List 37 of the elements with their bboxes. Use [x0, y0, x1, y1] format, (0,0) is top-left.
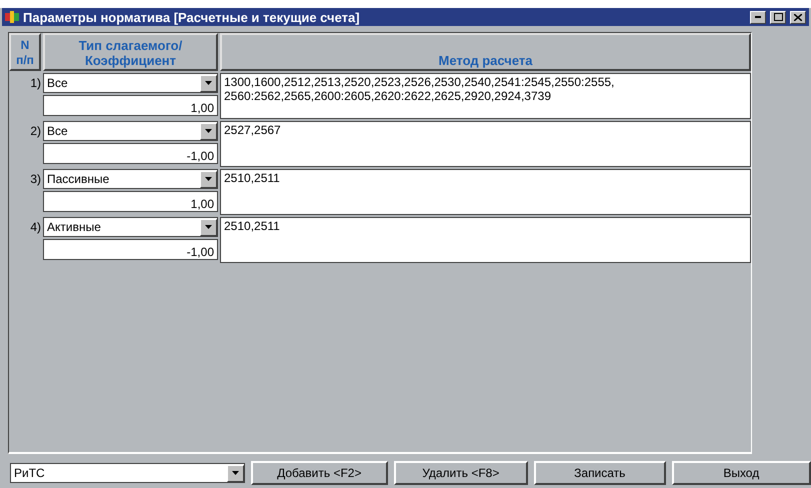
row-number: 3): [29, 171, 41, 188]
method-field[interactable]: 2510,2511: [220, 169, 751, 215]
close-icon: [794, 14, 802, 20]
row-number: 1): [29, 75, 41, 92]
coefficient-field[interactable]: -1,00: [43, 143, 218, 164]
dropdown-arrow-icon: [232, 471, 240, 475]
column-header: N п/п: [9, 33, 41, 71]
row-number: 4): [29, 219, 41, 236]
minimize-button[interactable]: [750, 10, 766, 24]
type-dropdown[interactable]: Активные: [43, 217, 218, 237]
app-icon: [5, 11, 19, 23]
method-field[interactable]: 2527,2567: [220, 121, 751, 167]
dropdown-arrow-icon: [205, 225, 212, 229]
column-header: Тип слагаемого/ Коэффициент: [43, 33, 218, 71]
selector-dropdown[interactable]: РиТС: [10, 463, 246, 483]
type-dropdown[interactable]: Все: [43, 121, 218, 141]
coefficient-field[interactable]: 1,00: [43, 191, 218, 212]
action-button[interactable]: Удалить <F8>: [394, 461, 528, 485]
column-header: Метод расчета: [220, 33, 751, 71]
minimize-icon: [755, 16, 761, 18]
window-title: Параметры норматива [Расчетные и текущие счета]: [23, 10, 361, 24]
row-number: 2): [29, 123, 41, 140]
action-button[interactable]: Выход: [672, 461, 811, 485]
type-dropdown[interactable]: Все: [43, 73, 218, 93]
maximize-icon: [774, 13, 782, 21]
maximize-button[interactable]: [770, 10, 786, 24]
method-field[interactable]: 2510,2511: [220, 217, 751, 263]
action-button[interactable]: Добавить <F2>: [251, 461, 388, 485]
action-button[interactable]: Записать: [534, 461, 666, 485]
dropdown-arrow-icon: [205, 129, 212, 133]
method-field[interactable]: 1300,1600,2512,2513,2520,2523,2526,2530,2540,2541:2545,2550:2555, 2560:2562,2565,2600:2605,2620:2622,2625,2920,2924,3739: [220, 73, 751, 119]
dropdown-arrow-icon: [205, 177, 212, 181]
type-dropdown[interactable]: Пассивные: [43, 169, 218, 189]
close-button[interactable]: [790, 10, 806, 24]
dropdown-arrow-icon: [205, 81, 212, 85]
coefficient-field[interactable]: -1,00: [43, 239, 218, 260]
coefficient-field[interactable]: 1,00: [43, 95, 218, 116]
